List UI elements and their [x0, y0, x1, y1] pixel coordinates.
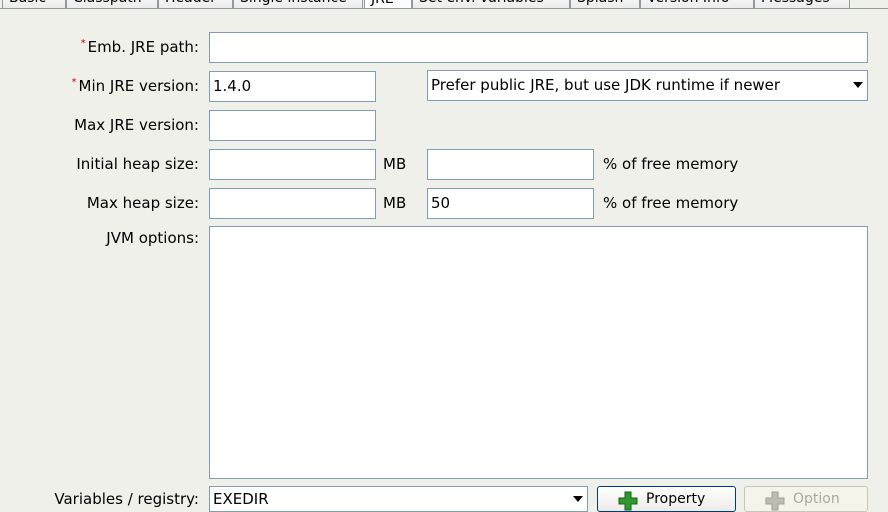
tab-single-instance[interactable]: Single instance	[233, 0, 363, 8]
jvm-options-label: JVM options:	[106, 229, 199, 247]
variables-select[interactable]: EXEDIR	[209, 486, 588, 512]
add-option-button[interactable]: Option	[744, 486, 868, 512]
max-heap-size-label: Max heap size:	[86, 194, 199, 212]
initial-heap-percent-field[interactable]	[427, 149, 594, 180]
required-marker: *	[71, 77, 77, 88]
max-heap-percent-label: % of free memory	[603, 194, 739, 212]
jvm-options-textarea[interactable]	[209, 226, 868, 479]
max-jre-version-label: Max JRE version:	[74, 116, 199, 134]
emb-jre-path-label: * Emb. JRE path:	[80, 38, 199, 56]
initial-heap-unit: MB	[383, 155, 407, 173]
tab-version-info[interactable]: Version Info	[640, 0, 754, 8]
add-property-button[interactable]: Property	[597, 486, 736, 512]
jdk-preference-select[interactable]: Prefer public JRE, but use JDK runtime i…	[427, 70, 868, 101]
tab-splash[interactable]: Splash	[570, 0, 640, 8]
min-jre-version-field[interactable]: 1.4.0	[209, 71, 376, 102]
add-icon	[765, 491, 785, 511]
emb-jre-path-field[interactable]	[209, 32, 868, 63]
initial-heap-size-label: Initial heap size:	[76, 155, 199, 173]
initial-heap-size-field[interactable]	[209, 149, 376, 180]
max-heap-percent-field[interactable]: 50	[427, 188, 594, 219]
tab-jre[interactable]: JRE	[364, 0, 412, 8]
tab-strip: Basic Classpath Header Single instance J…	[0, 0, 888, 9]
add-icon	[618, 491, 638, 511]
chevron-down-icon	[853, 82, 863, 88]
chevron-down-icon	[573, 496, 583, 502]
max-heap-size-field[interactable]	[209, 188, 376, 219]
max-heap-unit: MB	[383, 194, 407, 212]
min-jre-version-label: * Min JRE version:	[71, 77, 199, 95]
tab-basic[interactable]: Basic	[2, 0, 66, 8]
variables-registry-label: Variables / registry:	[54, 490, 199, 508]
tab-messages[interactable]: Messages	[754, 0, 850, 8]
tab-classpath[interactable]: Classpath	[66, 0, 158, 8]
tab-header[interactable]: Header	[158, 0, 233, 8]
initial-heap-percent-label: % of free memory	[603, 155, 739, 173]
required-marker: *	[80, 38, 86, 49]
max-jre-version-field[interactable]	[209, 110, 376, 141]
tab-set-env-variables[interactable]: Set env. variables	[412, 0, 570, 8]
